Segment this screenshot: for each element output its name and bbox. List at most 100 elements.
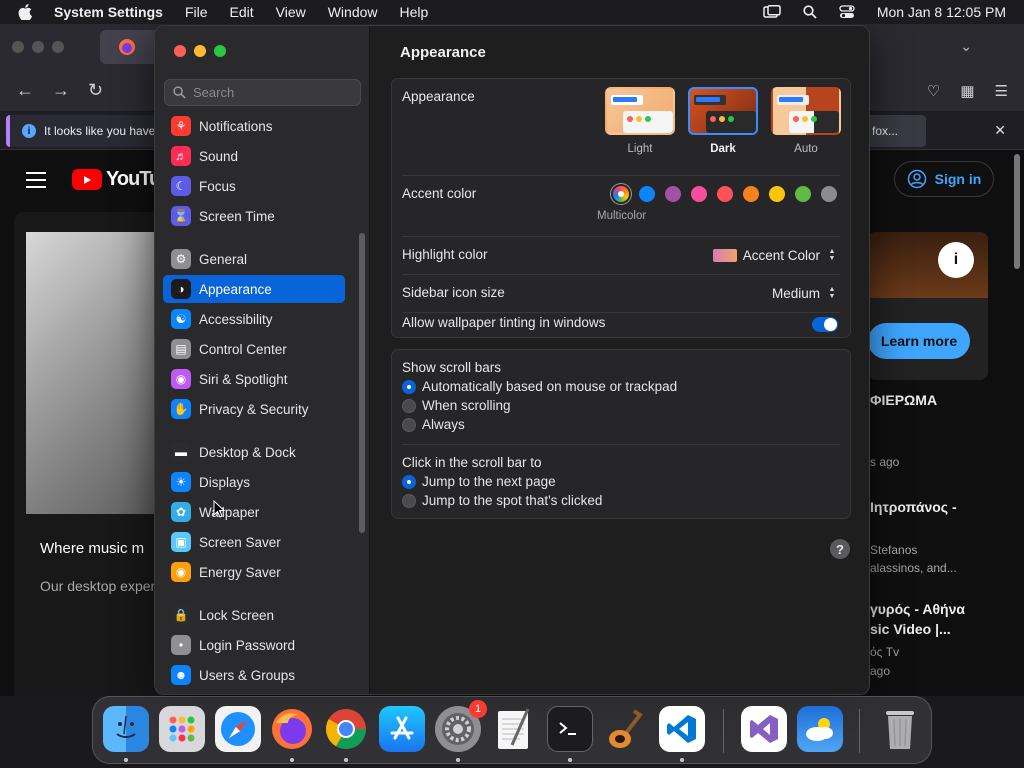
apple-icon[interactable] <box>18 4 38 20</box>
sidebar-item-general[interactable]: ⚙ General <box>163 245 345 273</box>
lock-icon: 🔒 <box>171 605 191 625</box>
forward-arrow-icon[interactable]: → <box>52 80 70 101</box>
sidebar-item-control-center[interactable]: ▤ Control Center <box>163 335 345 363</box>
radio-button[interactable] <box>402 379 416 394</box>
scrollbar-option-auto[interactable]: Automatically based on mouse or trackpad <box>402 379 677 394</box>
wallpaper-tinting-toggle[interactable] <box>812 317 838 332</box>
sidebar-item-displays[interactable]: ☀ Displays <box>163 468 345 496</box>
back-arrow-icon[interactable]: ← <box>16 80 34 101</box>
menu-edit[interactable]: Edit <box>230 4 254 20</box>
hamburger-menu-icon[interactable]: ☰ <box>995 82 1008 100</box>
radio-button[interactable] <box>402 493 416 508</box>
sidebar-item-lock-screen[interactable]: 🔒 Lock Screen <box>163 601 345 629</box>
pocket-icon[interactable]: ♡ <box>927 82 940 100</box>
spotlight-search-icon[interactable] <box>803 5 817 19</box>
reload-icon[interactable]: ↻ <box>88 80 103 101</box>
accent-color-swatch[interactable] <box>821 186 837 202</box>
minimize-window-button[interactable] <box>194 45 206 57</box>
theme-auto-option[interactable]: Auto <box>770 87 842 155</box>
sidebar-item-login-password[interactable]: • Login Password <box>163 631 345 659</box>
sidebar-item-users-groups[interactable]: ☻ Users & Groups <box>163 661 345 689</box>
safari-icon[interactable] <box>215 706 261 752</box>
accent-color-swatch[interactable] <box>665 186 681 202</box>
zoom-window-button[interactable] <box>214 45 226 57</box>
radio-button[interactable] <box>402 417 416 432</box>
sidebar-item-accessibility[interactable]: ☯ Accessibility <box>163 305 345 333</box>
visual-studio-icon[interactable] <box>741 706 787 752</box>
sidebar-item-focus[interactable]: ☾ Focus <box>163 172 345 200</box>
textedit-icon[interactable] <box>491 706 537 752</box>
browser-scrollbar[interactable] <box>1014 154 1020 269</box>
accent-color-swatch[interactable] <box>639 186 655 202</box>
scrollbar-option-scrolling[interactable]: When scrolling <box>402 398 511 413</box>
firefox-icon[interactable] <box>269 706 315 752</box>
tab-list-chevron-icon[interactable]: ⌄ <box>960 38 972 55</box>
weather-icon[interactable] <box>797 706 843 752</box>
sidebar-item-energy-saver[interactable]: ◉ Energy Saver <box>163 558 345 586</box>
chrome-icon[interactable] <box>323 706 369 752</box>
sidebar-item-screen-time[interactable]: ⌛ Screen Time <box>163 202 345 230</box>
radio-button[interactable] <box>402 398 416 413</box>
accent-color-swatch[interactable] <box>717 186 733 202</box>
notice-close-icon[interactable]: ✕ <box>994 122 1006 139</box>
menu-window[interactable]: Window <box>328 4 378 20</box>
sidebar-item-notifications[interactable]: ⚘ Notifications <box>163 112 345 140</box>
ad-info-icon[interactable]: i <box>938 242 974 278</box>
control-center-menu-icon[interactable] <box>839 5 855 19</box>
video-title[interactable]: Ιητροπάνος - <box>870 499 957 515</box>
sidebar-item-desktop-dock[interactable]: ▬ Desktop & Dock <box>163 438 345 466</box>
sidebar-item-privacy-security[interactable]: ✋ Privacy & Security <box>163 395 345 423</box>
app-store-icon[interactable] <box>379 706 425 752</box>
theme-dark-option[interactable]: Dark <box>687 87 759 155</box>
system-settings-icon[interactable]: 1 <box>435 700 487 752</box>
accent-color-swatch[interactable] <box>795 186 811 202</box>
search-input[interactable] <box>193 85 353 100</box>
sidebar-item-sound[interactable]: ♬ Sound <box>163 142 345 170</box>
accent-color-swatch[interactable] <box>691 186 707 202</box>
sidebar-item-siri-spotlight[interactable]: ◉ Siri & Spotlight <box>163 365 345 393</box>
menu-help[interactable]: Help <box>400 4 429 20</box>
menu-clock[interactable]: Mon Jan 8 12:05 PM <box>877 4 1006 20</box>
click-option-spot-clicked[interactable]: Jump to the spot that's clicked <box>402 493 602 508</box>
sidebar-item-wallpaper[interactable]: ✿ Wallpaper <box>163 498 345 526</box>
video-title[interactable]: γυρός - Αθήνα <box>870 601 965 617</box>
users-icon: ☻ <box>171 665 191 685</box>
sidebar-item-screen-saver[interactable]: ▣ Screen Saver <box>163 528 345 556</box>
theme-light-option[interactable]: Light <box>604 87 676 155</box>
learn-more-button[interactable]: Learn more <box>868 323 970 359</box>
notice-action[interactable]: fox... <box>866 115 926 147</box>
scrollbar-option-always[interactable]: Always <box>402 417 465 432</box>
help-button[interactable]: ? <box>830 539 850 559</box>
finder-icon[interactable] <box>103 706 149 752</box>
browser-tab[interactable] <box>100 30 160 64</box>
garageband-icon[interactable] <box>603 706 649 752</box>
multicolor-caption: Multicolor <box>597 210 647 222</box>
radio-button[interactable] <box>402 474 416 489</box>
close-window-button[interactable] <box>174 45 186 57</box>
screen-mirroring-icon[interactable] <box>763 5 781 19</box>
highlight-color-popup[interactable]: Accent Color ▲ ▼ <box>712 247 838 263</box>
youtube-menu-icon[interactable] <box>26 172 46 193</box>
video-title[interactable]: ΦΙΕΡΩΜΑ <box>870 392 937 408</box>
video-title[interactable]: sic Video |... <box>870 621 951 637</box>
terminal-icon[interactable] <box>547 706 593 752</box>
accent-multicolor-swatch[interactable] <box>613 186 629 202</box>
launchpad-icon[interactable] <box>159 706 205 752</box>
sidebar-scrollbar[interactable] <box>359 233 365 533</box>
accent-color-swatch[interactable] <box>769 186 785 202</box>
sidebar-item-label: Control Center <box>199 341 287 357</box>
sidebar-item-appearance[interactable]: ◑ Appearance <box>163 275 345 303</box>
sign-in-button[interactable]: Sign in <box>894 161 994 197</box>
accent-color-swatch[interactable] <box>743 186 759 202</box>
app-name-menu[interactable]: System Settings <box>54 4 163 20</box>
vscode-icon[interactable] <box>659 706 705 752</box>
extensions-icon[interactable]: ▦ <box>960 82 974 100</box>
highlight-swatch <box>712 248 737 262</box>
click-option-next-page[interactable]: Jump to the next page <box>402 474 556 489</box>
sidebar-item-label: Siri & Spotlight <box>199 371 288 387</box>
trash-icon[interactable] <box>877 706 923 752</box>
sidebar-icon-size-popup[interactable]: Medium ▲ ▼ <box>772 285 838 301</box>
menu-view[interactable]: View <box>276 4 306 20</box>
menu-file[interactable]: File <box>185 4 208 20</box>
running-indicator <box>680 758 684 762</box>
